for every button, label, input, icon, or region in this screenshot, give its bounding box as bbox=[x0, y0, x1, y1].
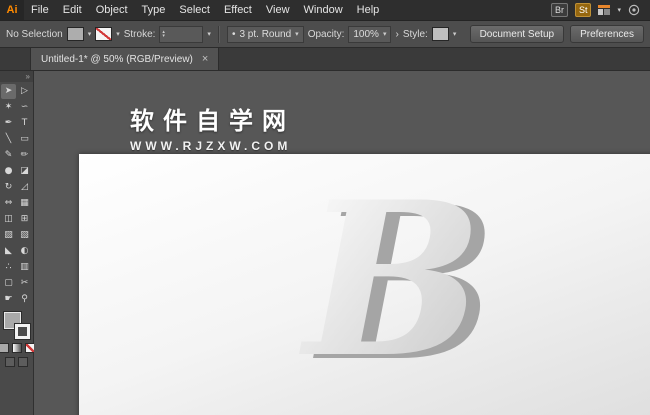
menu-type[interactable]: Type bbox=[135, 0, 173, 20]
fill-color-swatch[interactable] bbox=[66, 27, 84, 41]
menu-select[interactable]: Select bbox=[172, 0, 217, 20]
eyedropper-tool-icon[interactable]: ◣ bbox=[1, 244, 16, 259]
zoom-tool-icon[interactable]: ⚲ bbox=[17, 292, 32, 307]
color-mode-row bbox=[0, 343, 35, 353]
symbol-sprayer-tool-icon[interactable]: ∴ bbox=[1, 260, 16, 275]
app-logo: Ai bbox=[0, 0, 24, 20]
selection-tool-icon[interactable]: ➤ bbox=[1, 84, 16, 99]
brush-definition-value: 3 pt. Round bbox=[239, 28, 292, 40]
toolbar-stroke-swatch[interactable] bbox=[13, 323, 31, 340]
brush-definition-dropdown[interactable]: • 3 pt. Round ▾ bbox=[226, 25, 304, 43]
line-segment-tool-icon[interactable]: ╲ bbox=[1, 132, 16, 147]
control-bar: No Selection ▾ ▾ Stroke: ▴ ▾ ▾ • 3 pt. Ro… bbox=[0, 21, 650, 48]
opacity-label: Opacity: bbox=[307, 28, 345, 40]
control-bar-buttons: Document Setup Preferences bbox=[469, 25, 644, 43]
opacity-value: 100% bbox=[353, 28, 379, 40]
screen-mode-icon[interactable] bbox=[18, 357, 28, 367]
rectangle-tool-icon[interactable]: ▭ bbox=[17, 132, 32, 147]
stroke-color-swatch[interactable] bbox=[95, 27, 113, 41]
illustrator-window: Ai File Edit Object Type Select Effect V… bbox=[0, 0, 650, 415]
pen-tool-icon[interactable]: ✒ bbox=[1, 116, 16, 131]
blend-tool-icon[interactable]: ◐ bbox=[17, 244, 32, 259]
stroke-chevron-down-icon[interactable]: ▾ bbox=[116, 30, 120, 38]
rotate-tool-icon[interactable]: ↻ bbox=[1, 180, 16, 195]
menu-object[interactable]: Object bbox=[89, 0, 135, 20]
stroke-weight-input[interactable]: ▴ ▾ bbox=[159, 25, 204, 43]
fill-stroke-swatches bbox=[2, 311, 31, 340]
style-swatch[interactable] bbox=[431, 27, 449, 41]
menu-bar: Ai File Edit Object Type Select Effect V… bbox=[0, 0, 650, 21]
magic-wand-tool-icon[interactable]: ✶ bbox=[1, 100, 16, 115]
none-button[interactable] bbox=[24, 343, 35, 353]
brush-chevron-down-icon: ▾ bbox=[295, 31, 299, 38]
stroke-weight-label: Stroke: bbox=[123, 28, 156, 40]
menu-items: File Edit Object Type Select Effect View… bbox=[24, 0, 386, 20]
site-watermark: 软件自学网 WWW.RJZXW.COM bbox=[130, 101, 295, 153]
stroke-weight-chevron-down-icon[interactable]: ▾ bbox=[207, 30, 211, 38]
hand-tool-icon[interactable]: ☛ bbox=[1, 292, 16, 307]
logo-artwork[interactable]: B B bbox=[274, 156, 504, 406]
perspective-grid-tool-icon[interactable]: ⊞ bbox=[17, 212, 32, 227]
tools-panel: » ➤ ▷ ✶ ∽ ✒ T ╲ ▭ ✎ ✏ ● ◪ ↻ ◿ ⇔ ▦ ◫ ⊞ ▨ … bbox=[0, 71, 35, 415]
divider bbox=[217, 25, 220, 43]
shape-builder-tool-icon[interactable]: ◫ bbox=[1, 212, 16, 227]
toolbar-collapse-icon[interactable]: » bbox=[0, 71, 33, 82]
width-tool-icon[interactable]: ⇔ bbox=[1, 196, 16, 211]
gear-icon[interactable] bbox=[628, 4, 640, 16]
opacity-dropdown[interactable]: 100% ▾ bbox=[348, 25, 392, 43]
menubar-right-icons: Br St ▾ bbox=[550, 3, 650, 17]
direct-selection-tool-icon[interactable]: ▷ bbox=[17, 84, 32, 99]
menu-view[interactable]: View bbox=[259, 0, 297, 20]
watermark-title: 软件自学网 bbox=[130, 107, 295, 135]
menu-file[interactable]: File bbox=[24, 0, 56, 20]
blob-brush-tool-icon[interactable]: ● bbox=[1, 164, 16, 179]
free-transform-tool-icon[interactable]: ▦ bbox=[17, 196, 32, 211]
eraser-tool-icon[interactable]: ◪ bbox=[17, 164, 32, 179]
artboard[interactable]: B B bbox=[79, 154, 650, 415]
preferences-button[interactable]: Preferences bbox=[570, 25, 644, 43]
type-tool-icon[interactable]: T bbox=[17, 116, 32, 131]
gradient-tool-icon[interactable]: ▧ bbox=[17, 228, 32, 243]
chevron-down-icon[interactable]: ▾ bbox=[617, 6, 621, 14]
document-tab-bar: Untitled-1* @ 50% (RGB/Preview) × bbox=[0, 48, 650, 71]
style-chevron-down-icon[interactable]: ▾ bbox=[453, 30, 457, 38]
document-tab-title: Untitled-1* @ 50% (RGB/Preview) bbox=[41, 53, 193, 65]
selection-status: No Selection bbox=[6, 28, 63, 40]
stock-button[interactable]: St bbox=[574, 3, 592, 17]
fill-chevron-down-icon[interactable]: ▾ bbox=[88, 30, 92, 38]
column-graph-tool-icon[interactable]: ▥ bbox=[17, 260, 32, 275]
brush-preview-icon: • bbox=[231, 28, 236, 40]
scale-tool-icon[interactable]: ◿ bbox=[17, 180, 32, 195]
mode-row bbox=[5, 357, 28, 367]
bridge-button[interactable]: Br bbox=[550, 3, 568, 17]
document-tab[interactable]: Untitled-1* @ 50% (RGB/Preview) × bbox=[30, 48, 220, 70]
mesh-tool-icon[interactable]: ▨ bbox=[1, 228, 16, 243]
stroke-weight-stepper-icon[interactable]: ▴ ▾ bbox=[162, 30, 165, 39]
lasso-tool-icon[interactable]: ∽ bbox=[17, 100, 32, 115]
slice-tool-icon[interactable]: ✂ bbox=[17, 276, 32, 291]
menu-window[interactable]: Window bbox=[297, 0, 350, 20]
canvas-area[interactable]: 软件自学网 WWW.RJZXW.COM B B bbox=[34, 71, 650, 415]
document-setup-button[interactable]: Document Setup bbox=[469, 25, 565, 43]
workspace-grid-icon[interactable] bbox=[598, 5, 611, 15]
main-area: » ➤ ▷ ✶ ∽ ✒ T ╲ ▭ ✎ ✏ ● ◪ ↻ ◿ ⇔ ▦ ◫ ⊞ ▨ … bbox=[0, 71, 650, 415]
logo-letter: B bbox=[299, 156, 483, 404]
opacity-chevron-down-icon: ▾ bbox=[382, 31, 387, 38]
menu-edit[interactable]: Edit bbox=[56, 0, 89, 20]
gradient-button[interactable] bbox=[11, 343, 22, 353]
menu-help[interactable]: Help bbox=[350, 0, 387, 20]
artboard-tool-icon[interactable]: ▢ bbox=[1, 276, 16, 291]
tab-close-icon[interactable]: × bbox=[202, 54, 208, 65]
menu-effect[interactable]: Effect bbox=[217, 0, 259, 20]
drawing-mode-icon[interactable] bbox=[5, 357, 15, 367]
pencil-tool-icon[interactable]: ✏ bbox=[17, 148, 32, 163]
style-label: Style: bbox=[402, 28, 428, 40]
paintbrush-tool-icon[interactable]: ✎ bbox=[1, 148, 16, 163]
watermark-url: WWW.RJZXW.COM bbox=[130, 139, 292, 153]
color-button[interactable] bbox=[0, 343, 9, 353]
tool-grid: ➤ ▷ ✶ ∽ ✒ T ╲ ▭ ✎ ✏ ● ◪ ↻ ◿ ⇔ ▦ ◫ ⊞ ▨ ▧ … bbox=[1, 84, 32, 307]
opacity-panel-arrow-icon[interactable]: › bbox=[395, 29, 398, 40]
